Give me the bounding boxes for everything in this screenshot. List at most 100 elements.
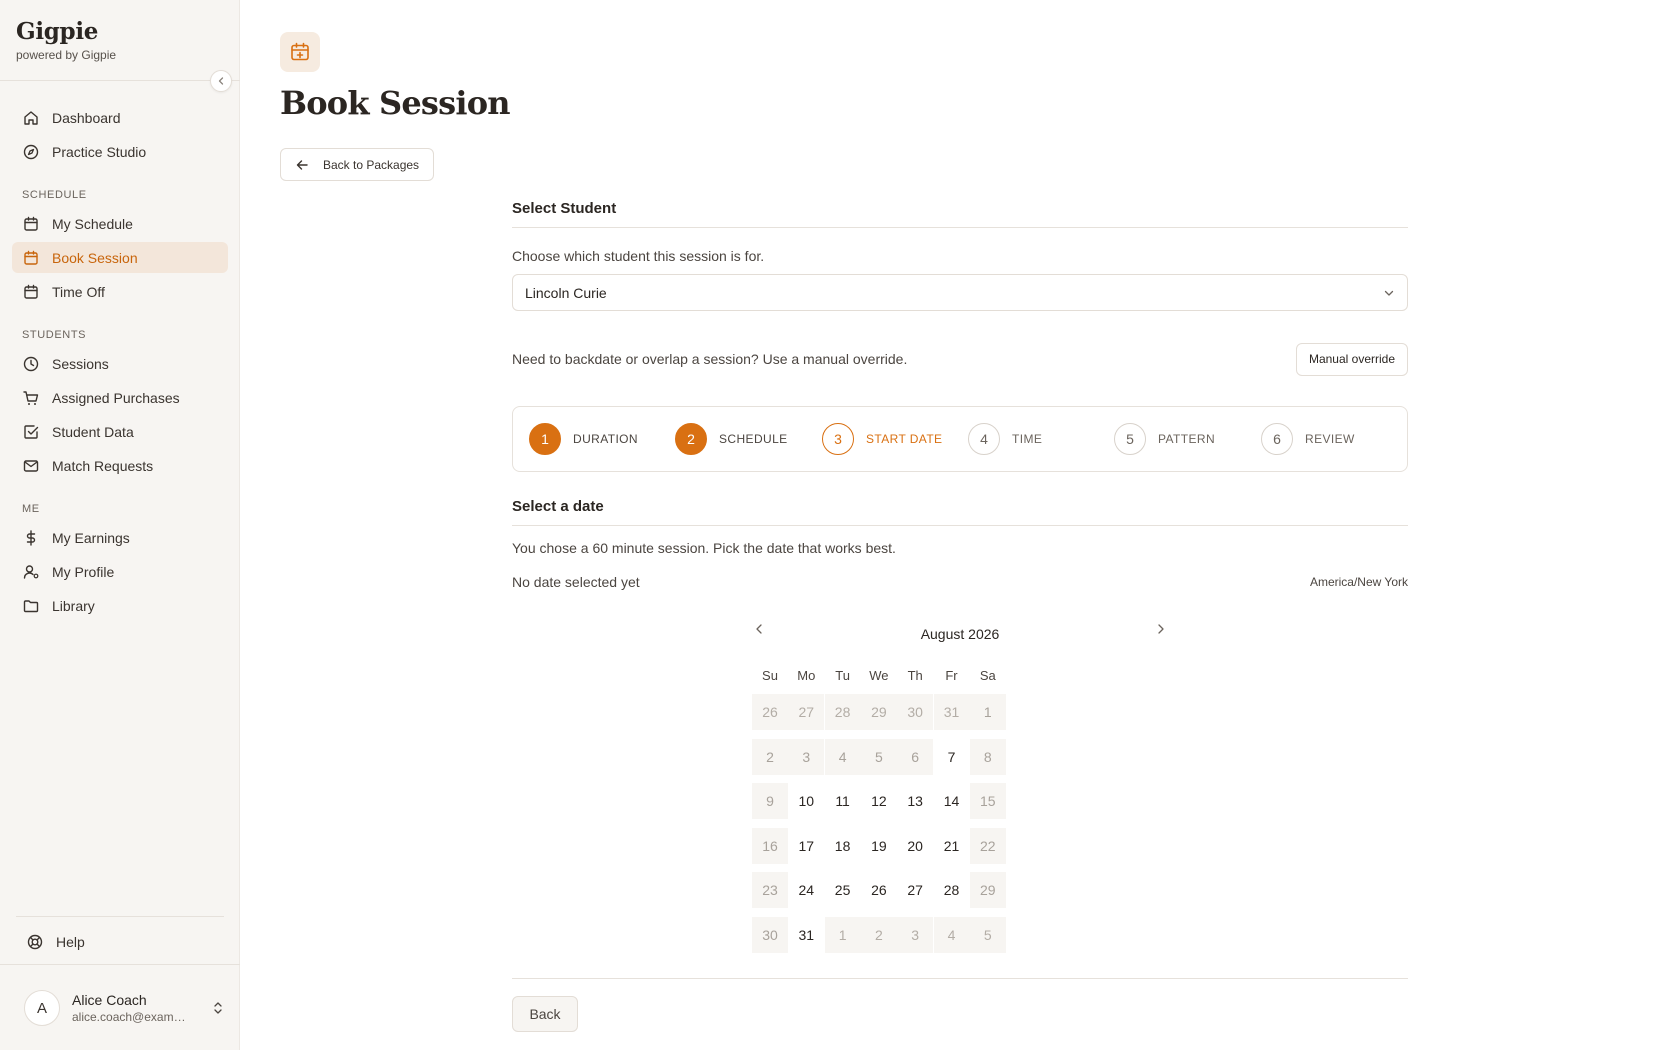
student-helper-text: Choose which student this session is for…	[512, 248, 765, 264]
chevron-right-icon	[1158, 624, 1164, 634]
step-label: DURATION	[573, 432, 638, 446]
calendar-day[interactable]: 12	[861, 783, 897, 819]
calendar-day-disabled: 1	[969, 694, 1006, 730]
clock-icon	[23, 356, 39, 371]
booking-content: Select Student Choose which student this…	[512, 200, 1408, 1032]
collapse-sidebar-button[interactable]	[210, 70, 232, 92]
select-date-section: Select a date	[512, 498, 1408, 526]
calendar-header: August 2026	[752, 620, 1168, 650]
calendar-day[interactable]: 11	[825, 783, 861, 819]
sidebar-item-label: My Earnings	[52, 529, 130, 546]
sidebar-item-label: Book Session	[52, 249, 138, 266]
calendar-day[interactable]: 18	[825, 828, 861, 864]
chevron-down-icon	[1384, 290, 1394, 296]
brand: Gigpie powered by Gigpie	[16, 18, 116, 62]
nav-section-students: STUDENTS	[22, 329, 87, 341]
nav-section-schedule: SCHEDULE	[22, 189, 87, 201]
calendar-day[interactable]: 20	[897, 828, 933, 864]
sidebar-item-match-requests[interactable]: Match Requests	[12, 450, 228, 481]
calendar-day[interactable]: 14	[934, 783, 970, 819]
calendar-plus-icon	[291, 42, 309, 61]
sidebar-item-my-earnings[interactable]: My Earnings	[12, 522, 228, 553]
calendar-day[interactable]: 21	[934, 828, 970, 864]
sidebar-item-my-profile[interactable]: My Profile	[12, 556, 228, 587]
sidebar-item-time-off[interactable]: Time Off	[12, 276, 228, 307]
calendar-plus-icon	[24, 250, 38, 265]
section-divider	[512, 227, 1408, 228]
calendar-day[interactable]: 17	[788, 828, 824, 864]
calendar-day[interactable]: 19	[861, 828, 897, 864]
manual-override-button[interactable]: Manual override	[1295, 342, 1408, 376]
calendar-day-disabled: 2	[860, 916, 897, 953]
calendar-day[interactable]: 7	[934, 739, 970, 775]
brand-divider	[0, 80, 240, 81]
sidebar-item-practice-studio[interactable]: Practice Studio	[12, 136, 228, 167]
sidebar-item-assigned-purchases[interactable]: Assigned Purchases	[12, 382, 228, 413]
sidebar-item-my-schedule[interactable]: My Schedule	[12, 208, 228, 239]
calendar-day-disabled: 26	[752, 694, 788, 730]
step-schedule[interactable]: 2 SCHEDULE	[675, 422, 788, 456]
calendar-day[interactable]: 27	[897, 872, 933, 908]
calendar-day-disabled: 6	[897, 738, 934, 775]
calendar-day[interactable]: 10	[788, 783, 824, 819]
sidebar-item-student-data[interactable]: Student Data	[12, 416, 228, 447]
sidebar-item-help[interactable]: Help	[16, 926, 224, 957]
calendar-day-disabled: 31	[933, 694, 970, 730]
calendar-day[interactable]: 31	[788, 917, 824, 953]
compass-icon	[23, 144, 39, 159]
step-label: START DATE	[866, 432, 943, 446]
step-start-date[interactable]: 3 START DATE	[822, 422, 942, 456]
back-link-label: Back to Packages	[323, 157, 420, 172]
sidebar-item-book-session[interactable]: Book Session	[12, 242, 228, 273]
step-number: 1	[529, 423, 561, 455]
page-title: Book Session	[280, 84, 511, 122]
step-label: REVIEW	[1305, 432, 1355, 446]
user-icon	[23, 564, 39, 579]
calendar-day[interactable]: 28	[934, 872, 970, 908]
step-number: 2	[675, 423, 707, 455]
calendar-day[interactable]: 25	[825, 872, 861, 908]
weekday-label: Tu	[835, 668, 850, 683]
sidebar-item-dashboard[interactable]: Dashboard	[12, 102, 228, 133]
folder-icon	[23, 599, 39, 612]
sidebar-item-label: Student Data	[52, 423, 134, 440]
calendar-day-disabled: 3	[897, 916, 934, 953]
mail-icon	[23, 459, 39, 472]
sidebar-item-sessions[interactable]: Sessions	[12, 348, 228, 379]
calendar-day-disabled: 22	[969, 827, 1006, 864]
step-duration[interactable]: 1 DURATION	[529, 422, 638, 456]
weekday-label: Su	[762, 668, 778, 683]
avatar: A	[24, 990, 60, 1026]
calendar-day[interactable]: 24	[788, 872, 824, 908]
override-row: Need to backdate or overlap a session? U…	[512, 342, 1408, 376]
calendar-day[interactable]: 26	[861, 872, 897, 908]
student-select[interactable]: Lincoln Curie	[512, 274, 1408, 311]
calendar-icon	[24, 216, 38, 231]
sidebar-item-label: My Profile	[52, 563, 115, 580]
calendar-day-disabled: 29	[860, 694, 897, 730]
step-review: 6 REVIEW	[1261, 422, 1355, 456]
calendar-day[interactable]: 13	[897, 783, 933, 819]
user-divider	[0, 964, 240, 965]
calendar-day-disabled: 30	[752, 916, 788, 953]
nav-section-me: ME	[22, 503, 40, 515]
user-menu[interactable]: A Alice Coach alice.coach@example.com	[24, 990, 224, 1026]
student-select-value: Lincoln Curie	[525, 284, 607, 301]
calendar-day-disabled: 4	[824, 738, 861, 775]
sidebar-item-library[interactable]: Library	[12, 590, 228, 621]
cart-icon	[23, 390, 39, 405]
footer-divider	[512, 978, 1408, 979]
next-month-button[interactable]	[1154, 622, 1168, 641]
step-number: 6	[1261, 423, 1293, 455]
calendar-day-disabled: 4	[933, 916, 970, 953]
calendar-day-disabled: 27	[788, 694, 825, 730]
back-button[interactable]: Back	[512, 996, 578, 1032]
step-label: SCHEDULE	[719, 432, 788, 446]
user-name: Alice Coach	[72, 992, 147, 1008]
calendar-day-disabled: 16	[752, 827, 788, 864]
date-description: You chose a 60 minute session. Pick the …	[512, 540, 896, 556]
select-student-section: Select Student	[512, 200, 1408, 228]
calendar-icon	[24, 284, 38, 299]
back-to-packages-button[interactable]: Back to Packages	[280, 148, 435, 181]
home-icon	[24, 110, 38, 125]
